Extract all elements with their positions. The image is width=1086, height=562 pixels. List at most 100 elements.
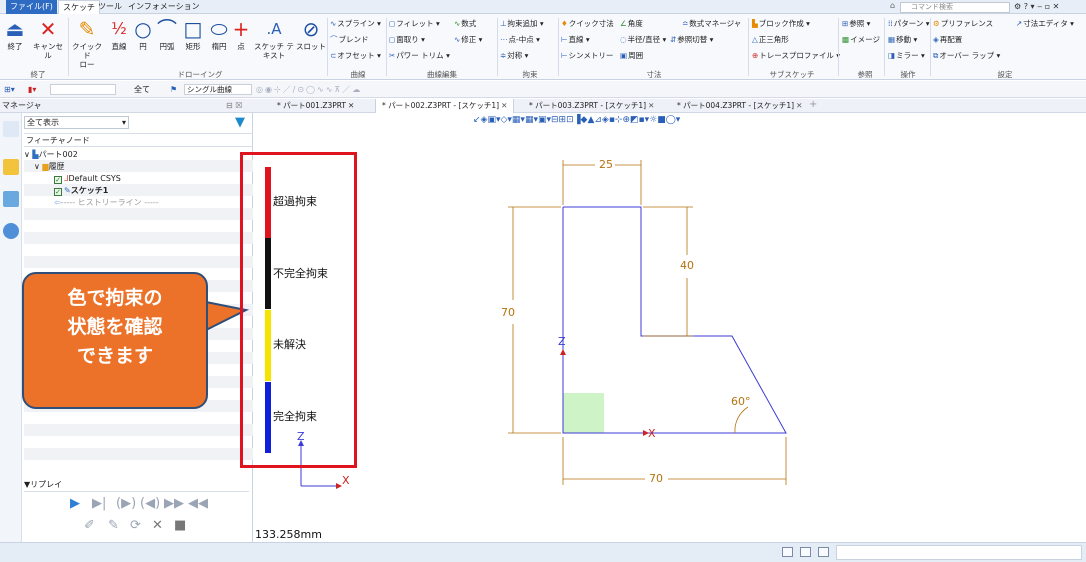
window-controls[interactable]: ⚙ ? ▾ ‒ ▫ ✕ <box>1014 0 1059 14</box>
status-icon-1[interactable] <box>782 547 793 557</box>
dimension-total-height[interactable]: 70 <box>501 306 515 319</box>
pattern-item[interactable]: ⁞⁞パターン ▾ <box>888 18 930 29</box>
circle-button[interactable]: ○ 円 <box>130 16 156 51</box>
expand-icon[interactable]: ∨ <box>24 150 30 159</box>
replay-section-label[interactable]: ▼リプレイ <box>24 479 62 490</box>
arc-button[interactable]: ⌒ 円弧 <box>154 16 180 51</box>
doc-tab-part001[interactable]: * パート001.Z3PRT ✕ <box>271 99 360 113</box>
new-tab-icon[interactable]: + <box>809 99 817 110</box>
fillet-item[interactable]: ◻フィレット ▾ <box>389 18 440 29</box>
fast-forward-icon[interactable]: ▶▶ <box>164 496 184 511</box>
spline-item[interactable]: ∿スプライン ▾ <box>330 18 381 29</box>
sketch-canvas[interactable] <box>253 127 1086 542</box>
dimension-right-height[interactable]: 40 <box>680 259 694 272</box>
dimension-angle[interactable]: 60° <box>731 395 751 408</box>
doc-tab-part002[interactable]: * パート002.Z3PRT - [スケッチ1] ✕ <box>375 99 515 113</box>
tree-node-default-csys[interactable]: ✓ ⅃Default CSYS <box>54 173 121 185</box>
view-toolbar[interactable]: ↙◈▣▾◇▾▦▾▦▾▣▾⊟⊞⊡▐◆▲⊿◈▪⊹⊕◩▪▾☼■◯▾ <box>473 114 873 126</box>
checkbox-checked-icon[interactable]: ✓ <box>54 188 62 196</box>
modify-item[interactable]: ∿修正 ▾ <box>454 34 482 45</box>
line-button[interactable]: ½ 直線 <box>106 16 132 51</box>
reference-item[interactable]: ⊞参照 ▾ <box>842 18 870 29</box>
snap-tool-icons[interactable]: ◎◉⊹／∕⊙◯∿∿⊼／☁ <box>256 84 362 95</box>
toolbar-icon-1[interactable]: ⊞▾ <box>4 84 15 95</box>
close-icon[interactable]: ✕ <box>348 101 354 110</box>
quick-dimension-item[interactable]: ♦クイック寸法 <box>561 18 614 29</box>
linear-dimension-item[interactable]: ⊢直線 ▾ <box>561 34 590 45</box>
sketch-text-button[interactable]: .A スケッチ テ キスト <box>254 16 294 60</box>
status-icon-2[interactable] <box>800 547 811 557</box>
curve-mode-select[interactable]: シングル曲線 <box>184 84 252 95</box>
tree-node-sketch1[interactable]: ✓ ✎スケッチ1 <box>54 185 108 197</box>
expand-icon[interactable]: ∨ <box>34 162 40 171</box>
dimension-bottom-width[interactable]: 70 <box>649 472 663 485</box>
rewind-icon[interactable]: ◀◀ <box>188 496 208 511</box>
slot-button[interactable]: ⊘ スロット <box>296 16 326 51</box>
image-item[interactable]: ▩イメージ <box>842 34 880 45</box>
filter-all-label[interactable]: 全て <box>134 84 150 95</box>
trace-profile-item[interactable]: ⊕トレースプロファイル ▾ <box>752 50 840 61</box>
point-button[interactable]: + 点 <box>230 16 252 51</box>
equation-manager-item[interactable]: ≏数式マネージャ <box>682 18 741 29</box>
command-search-input[interactable]: コマンド検索 <box>900 2 1010 13</box>
menu-tab-information[interactable]: インフォメーション <box>124 0 204 14</box>
perimeter-item[interactable]: ▣周囲 <box>620 50 643 61</box>
tree-node-history[interactable]: ∨ ▆履歴 <box>34 161 65 173</box>
step-end-icon[interactable]: ▶| <box>92 496 106 511</box>
power-trim-item[interactable]: ✂パワー トリム ▾ <box>389 50 450 61</box>
angle-item[interactable]: ∠角度 <box>620 18 643 29</box>
play-icon[interactable]: ▶ <box>70 496 80 511</box>
view-icon[interactable] <box>3 191 19 207</box>
edit-tool-icon[interactable]: ✐ <box>84 518 95 533</box>
doc-tab-part003[interactable]: * パート003.Z3PRT - [スケッチ1] ✕ <box>523 99 660 113</box>
pencil-icon[interactable]: ✎ <box>108 518 119 533</box>
cancel-button[interactable]: ✕ キャンセル <box>30 16 66 60</box>
exit-button[interactable]: ⏏ 終了 <box>2 16 28 51</box>
ellipse-button[interactable]: ⬭ 楕円 <box>206 16 232 51</box>
dimension-top-width[interactable]: 25 <box>599 158 613 171</box>
doc-tab-part004[interactable]: * パート004.Z3PRT - [スケッチ1] ✕ <box>671 99 808 113</box>
checkbox-checked-icon[interactable]: ✓ <box>54 176 62 184</box>
menu-tab-tools[interactable]: ツール <box>94 0 126 14</box>
panel-controls-icon[interactable]: ⊟ ☒ <box>226 101 242 110</box>
tree-node-history-line[interactable]: ⇦----- ヒストリーライン ----- <box>54 197 159 209</box>
close-icon[interactable]: ✕ <box>648 101 654 110</box>
close-icon[interactable]: ✕ <box>501 101 507 110</box>
toolbar-combo[interactable] <box>50 84 116 95</box>
home-icon[interactable]: ⌂ <box>890 1 895 10</box>
symmetry-dim-item[interactable]: ⊢シンメトリー <box>561 50 613 61</box>
redefine-icon[interactable]: ⟳ <box>130 518 141 533</box>
radius-item[interactable]: ◌半径/直径 ▾ <box>620 34 666 45</box>
step-back-icon[interactable]: (◀) <box>140 496 160 511</box>
display-filter-select[interactable]: 全て表示 ▾ <box>24 116 129 129</box>
reference-toggle-item[interactable]: ⇵参照切替 ▾ <box>670 34 713 45</box>
history-manager-icon[interactable] <box>3 121 19 137</box>
status-icon-3[interactable] <box>818 547 829 557</box>
step-forward-icon[interactable]: (▶) <box>116 496 136 511</box>
symmetry-item[interactable]: ≑対称 ▾ <box>500 50 528 61</box>
create-block-item[interactable]: ▙ブロック作成 ▾ <box>752 18 810 29</box>
mirror-item[interactable]: ◨ミラー ▾ <box>888 50 925 61</box>
quick-draw-button[interactable]: ✎ クイックド ロー <box>70 16 104 69</box>
add-constraint-item[interactable]: ⊥拘束追加 ▾ <box>500 18 544 29</box>
assembly-icon[interactable] <box>3 159 19 175</box>
delete-icon[interactable]: ✕ <box>152 518 163 533</box>
square-icon[interactable]: ■ <box>174 518 186 533</box>
chamfer-item[interactable]: ◻面取り ▾ <box>389 34 425 45</box>
offset-item[interactable]: ⊂オフセット ▾ <box>330 50 381 61</box>
menu-file[interactable]: ファイル(F) <box>6 0 57 14</box>
tree-node-part[interactable]: ∨ ▙パート002 <box>24 149 78 161</box>
toolbar-icon-2[interactable]: ▮▾ <box>28 84 36 95</box>
filter-icon[interactable]: ▼ <box>235 115 245 130</box>
move-item[interactable]: ▦移動 ▾ <box>888 34 917 45</box>
equation-item[interactable]: ∿数式 <box>454 18 476 29</box>
blend-item[interactable]: ⌒ブレンド <box>330 34 369 45</box>
rectangle-button[interactable]: □ 矩形 <box>180 16 206 51</box>
overlap-item[interactable]: ⧉オーバー ラップ ▾ <box>933 50 1000 61</box>
triangle-item[interactable]: △正三角形 <box>752 34 789 45</box>
dimension-editor-item[interactable]: ↗寸法エディタ ▾ <box>1016 18 1074 29</box>
relocate-item[interactable]: ◈再配置 <box>933 34 962 45</box>
user-icon[interactable] <box>3 223 19 239</box>
close-icon[interactable]: ✕ <box>796 101 802 110</box>
preferences-item[interactable]: ⚙プリファレンス <box>933 18 993 29</box>
